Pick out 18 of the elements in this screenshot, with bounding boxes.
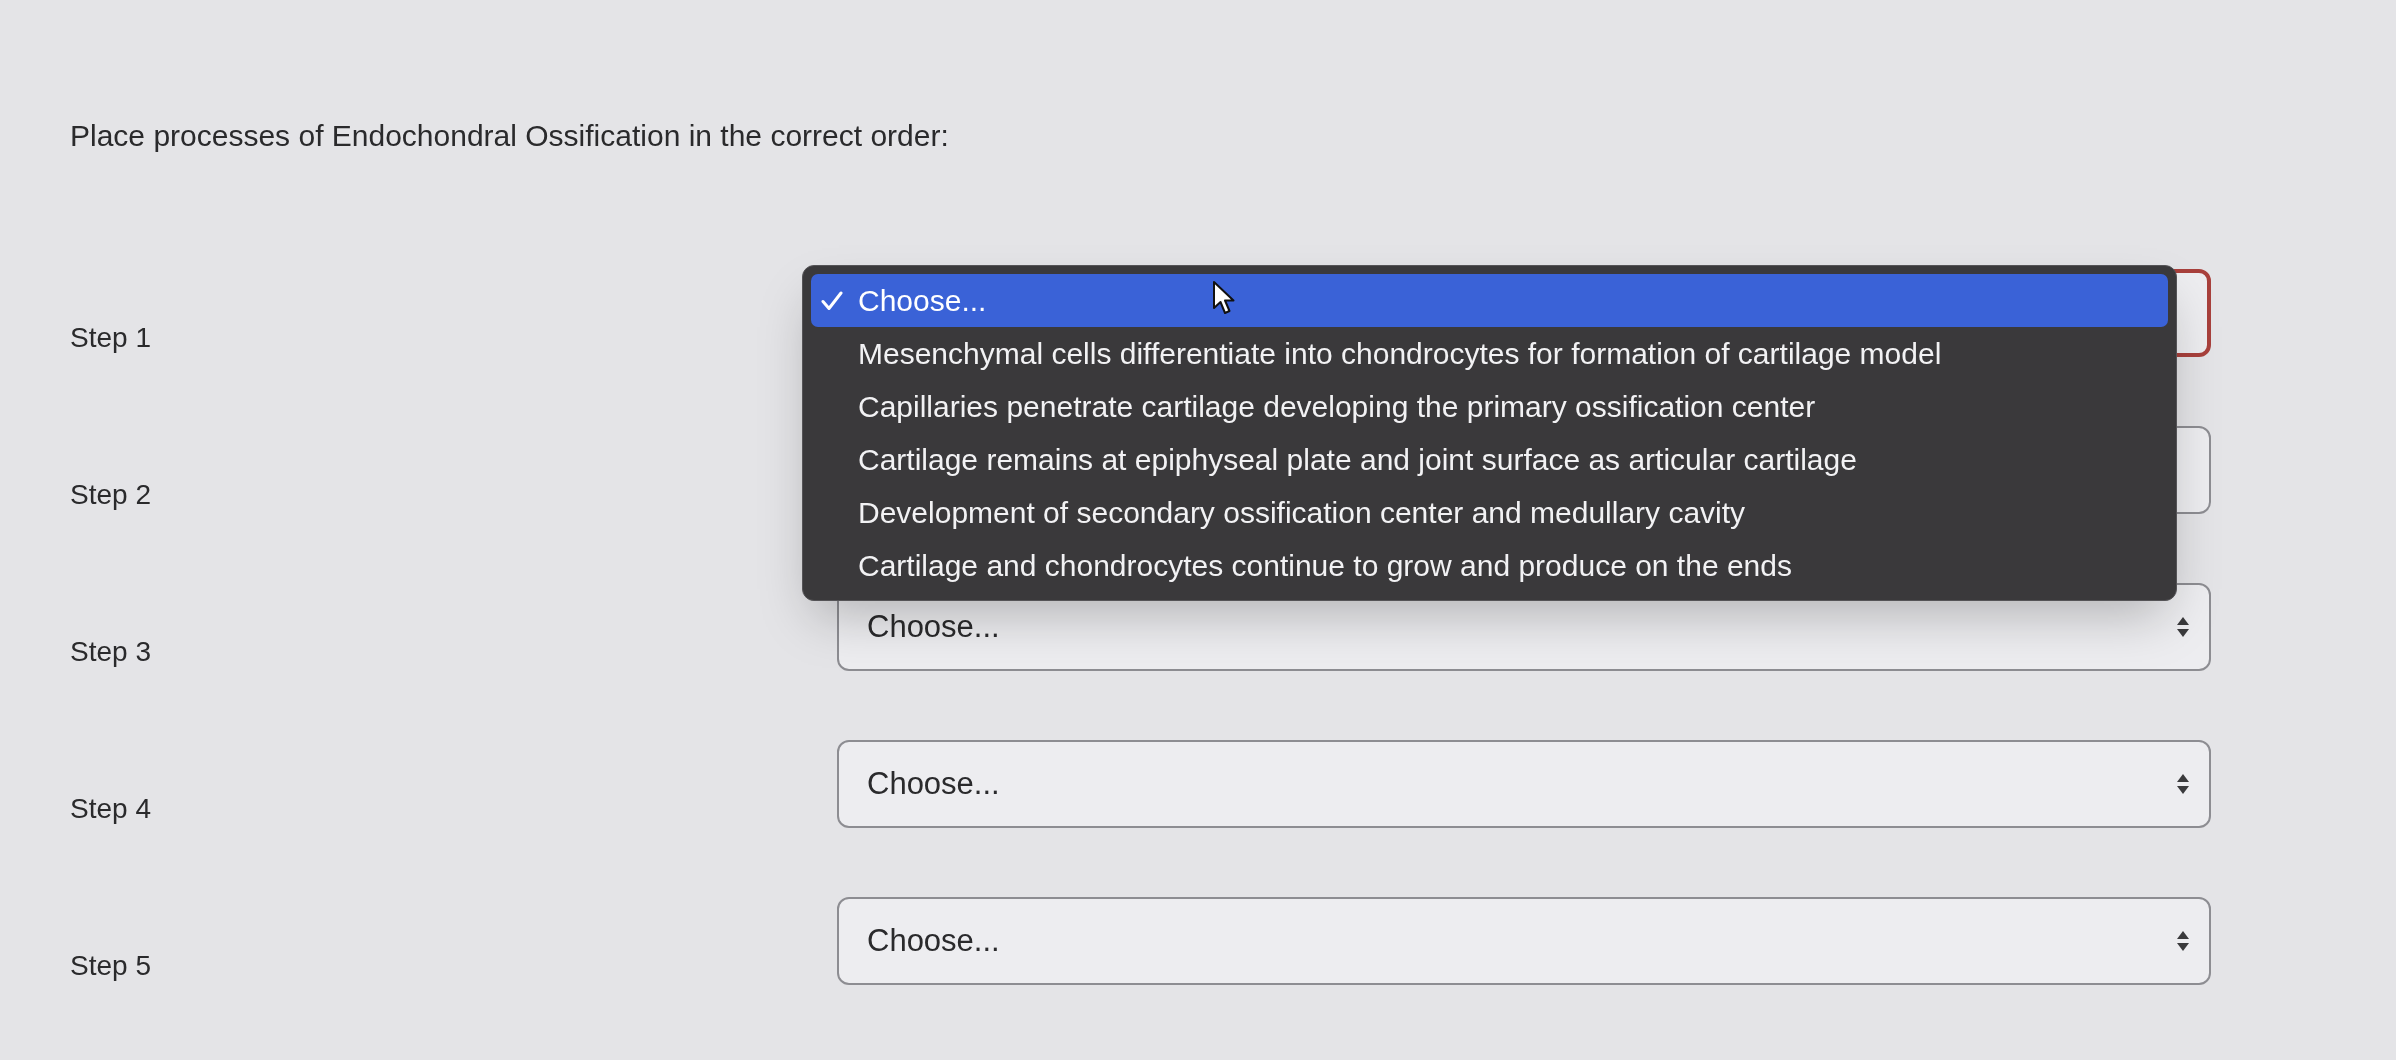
up-down-caret-icon	[2177, 931, 2189, 951]
menu-option[interactable]: Mesenchymal cells differentiate into chondrocytes for formation of cartilage model	[811, 327, 2168, 380]
check-icon	[821, 290, 843, 311]
menu-option[interactable]: Choose...	[811, 274, 2168, 327]
step-label: Step 4	[70, 792, 151, 826]
step-label: Step 2	[70, 478, 151, 512]
menu-option[interactable]: Cartilage remains at epiphyseal plate and joint surface as articular cartilage	[811, 433, 2168, 486]
step-label: Step 1	[70, 321, 151, 355]
question-prompt: Place processes of Endochondral Ossification in the correct order:	[70, 118, 949, 154]
select-dropdown[interactable]: Choose...	[837, 740, 2211, 828]
up-down-caret-icon	[2177, 617, 2189, 637]
up-down-caret-icon	[2177, 774, 2189, 794]
step-label: Step 5	[70, 949, 151, 983]
cursor-icon	[1212, 280, 1236, 316]
menu-option[interactable]: Development of secondary ossification center and medullary cavity	[811, 486, 2168, 539]
select-dropdown[interactable]: Choose...	[837, 897, 2211, 985]
step-label: Step 3	[70, 635, 151, 669]
menu-option[interactable]: Capillaries penetrate cartilage developing the primary ossification center	[811, 380, 2168, 433]
